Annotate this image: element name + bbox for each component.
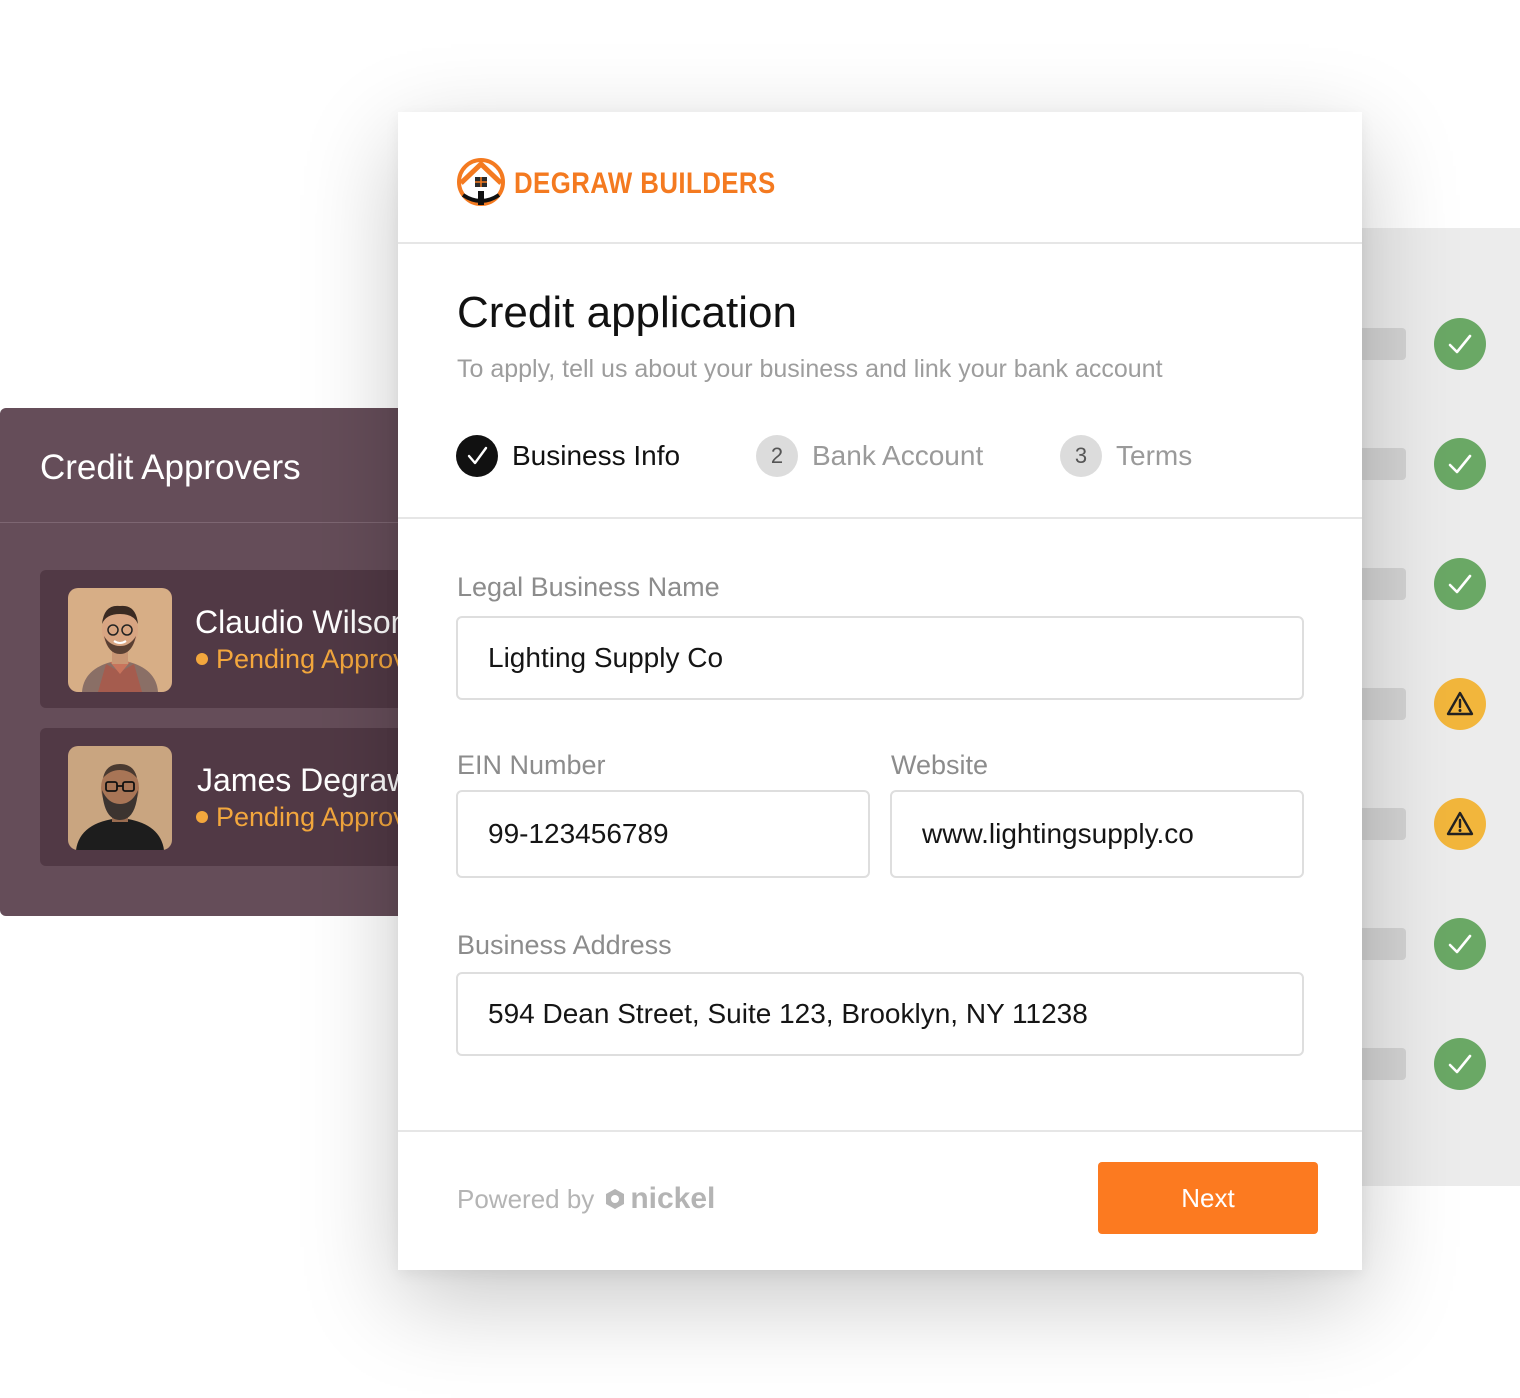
legal-business-name-input[interactable]: Lighting Supply Co [456,616,1304,700]
check-icon [1434,918,1486,970]
step-label: Terms [1116,440,1193,471]
check-icon [1434,1038,1486,1090]
step-label: Business Info [512,440,681,471]
step-number: 3 [1060,435,1102,477]
business-address-label: Business Address [457,930,672,960]
pending-dot-icon [196,811,208,823]
approver-status: Pending Approval [216,644,428,674]
nickel-brand: nickel [630,1182,716,1215]
warning-icon [1434,798,1486,850]
website-input[interactable]: www.lightingsupply.co [890,790,1304,878]
approver-name: Claudio Wilson [195,604,409,640]
check-icon [1434,438,1486,490]
approvers-title: Credit Approvers [40,448,301,487]
step-business-info[interactable]: Business Info [456,434,680,478]
header-divider [398,242,1362,244]
step-number: 2 [756,435,798,477]
brand-name: DEGRAW BUILDERS [514,167,776,200]
website-label: Website [891,750,989,780]
brand: DEGRAW BUILDERS [454,156,818,212]
avatar [68,746,172,850]
pending-dot-icon [196,653,208,665]
ein-number-label: EIN Number [457,750,606,780]
avatar [68,588,172,692]
approver-status: Pending Approval [216,802,428,832]
ein-number-input[interactable]: 99-123456789 [456,790,870,878]
approver-card[interactable]: Claudio Wilson Pending Approval [40,570,460,708]
divider [0,522,460,523]
warning-icon [1434,678,1486,730]
step-terms[interactable]: 3 Terms [1060,434,1192,478]
steps-divider [398,517,1362,519]
house-logo-icon [454,155,508,214]
powered-by-label: Powered by [457,1183,595,1214]
stage: Credit Approvers Claudio Wilson Pending … [0,0,1520,1398]
page-subtitle: To apply, tell us about your business an… [457,355,1163,383]
footer-divider [398,1130,1362,1132]
approver-card[interactable]: James Degraw Pending Approval [40,728,460,866]
powered-by: Powered by nickel [457,1182,715,1216]
page-title: Credit application [457,288,797,337]
nickel-logo-icon [604,1188,626,1210]
legal-business-name-label: Legal Business Name [457,572,720,602]
check-icon [1434,318,1486,370]
step-label: Bank Account [812,440,984,471]
credit-approvers-panel: Credit Approvers Claudio Wilson Pending … [0,408,460,916]
credit-application-dialog: DEGRAW BUILDERS Credit application To ap… [398,112,1362,1270]
step-bank-account[interactable]: 2 Bank Account [756,434,983,478]
step-check-icon [456,435,498,477]
next-button[interactable]: Next [1098,1162,1318,1234]
approver-name: James Degraw [197,762,411,798]
business-address-input[interactable]: 594 Dean Street, Suite 123, Brooklyn, NY… [456,972,1304,1056]
check-icon [1434,558,1486,610]
